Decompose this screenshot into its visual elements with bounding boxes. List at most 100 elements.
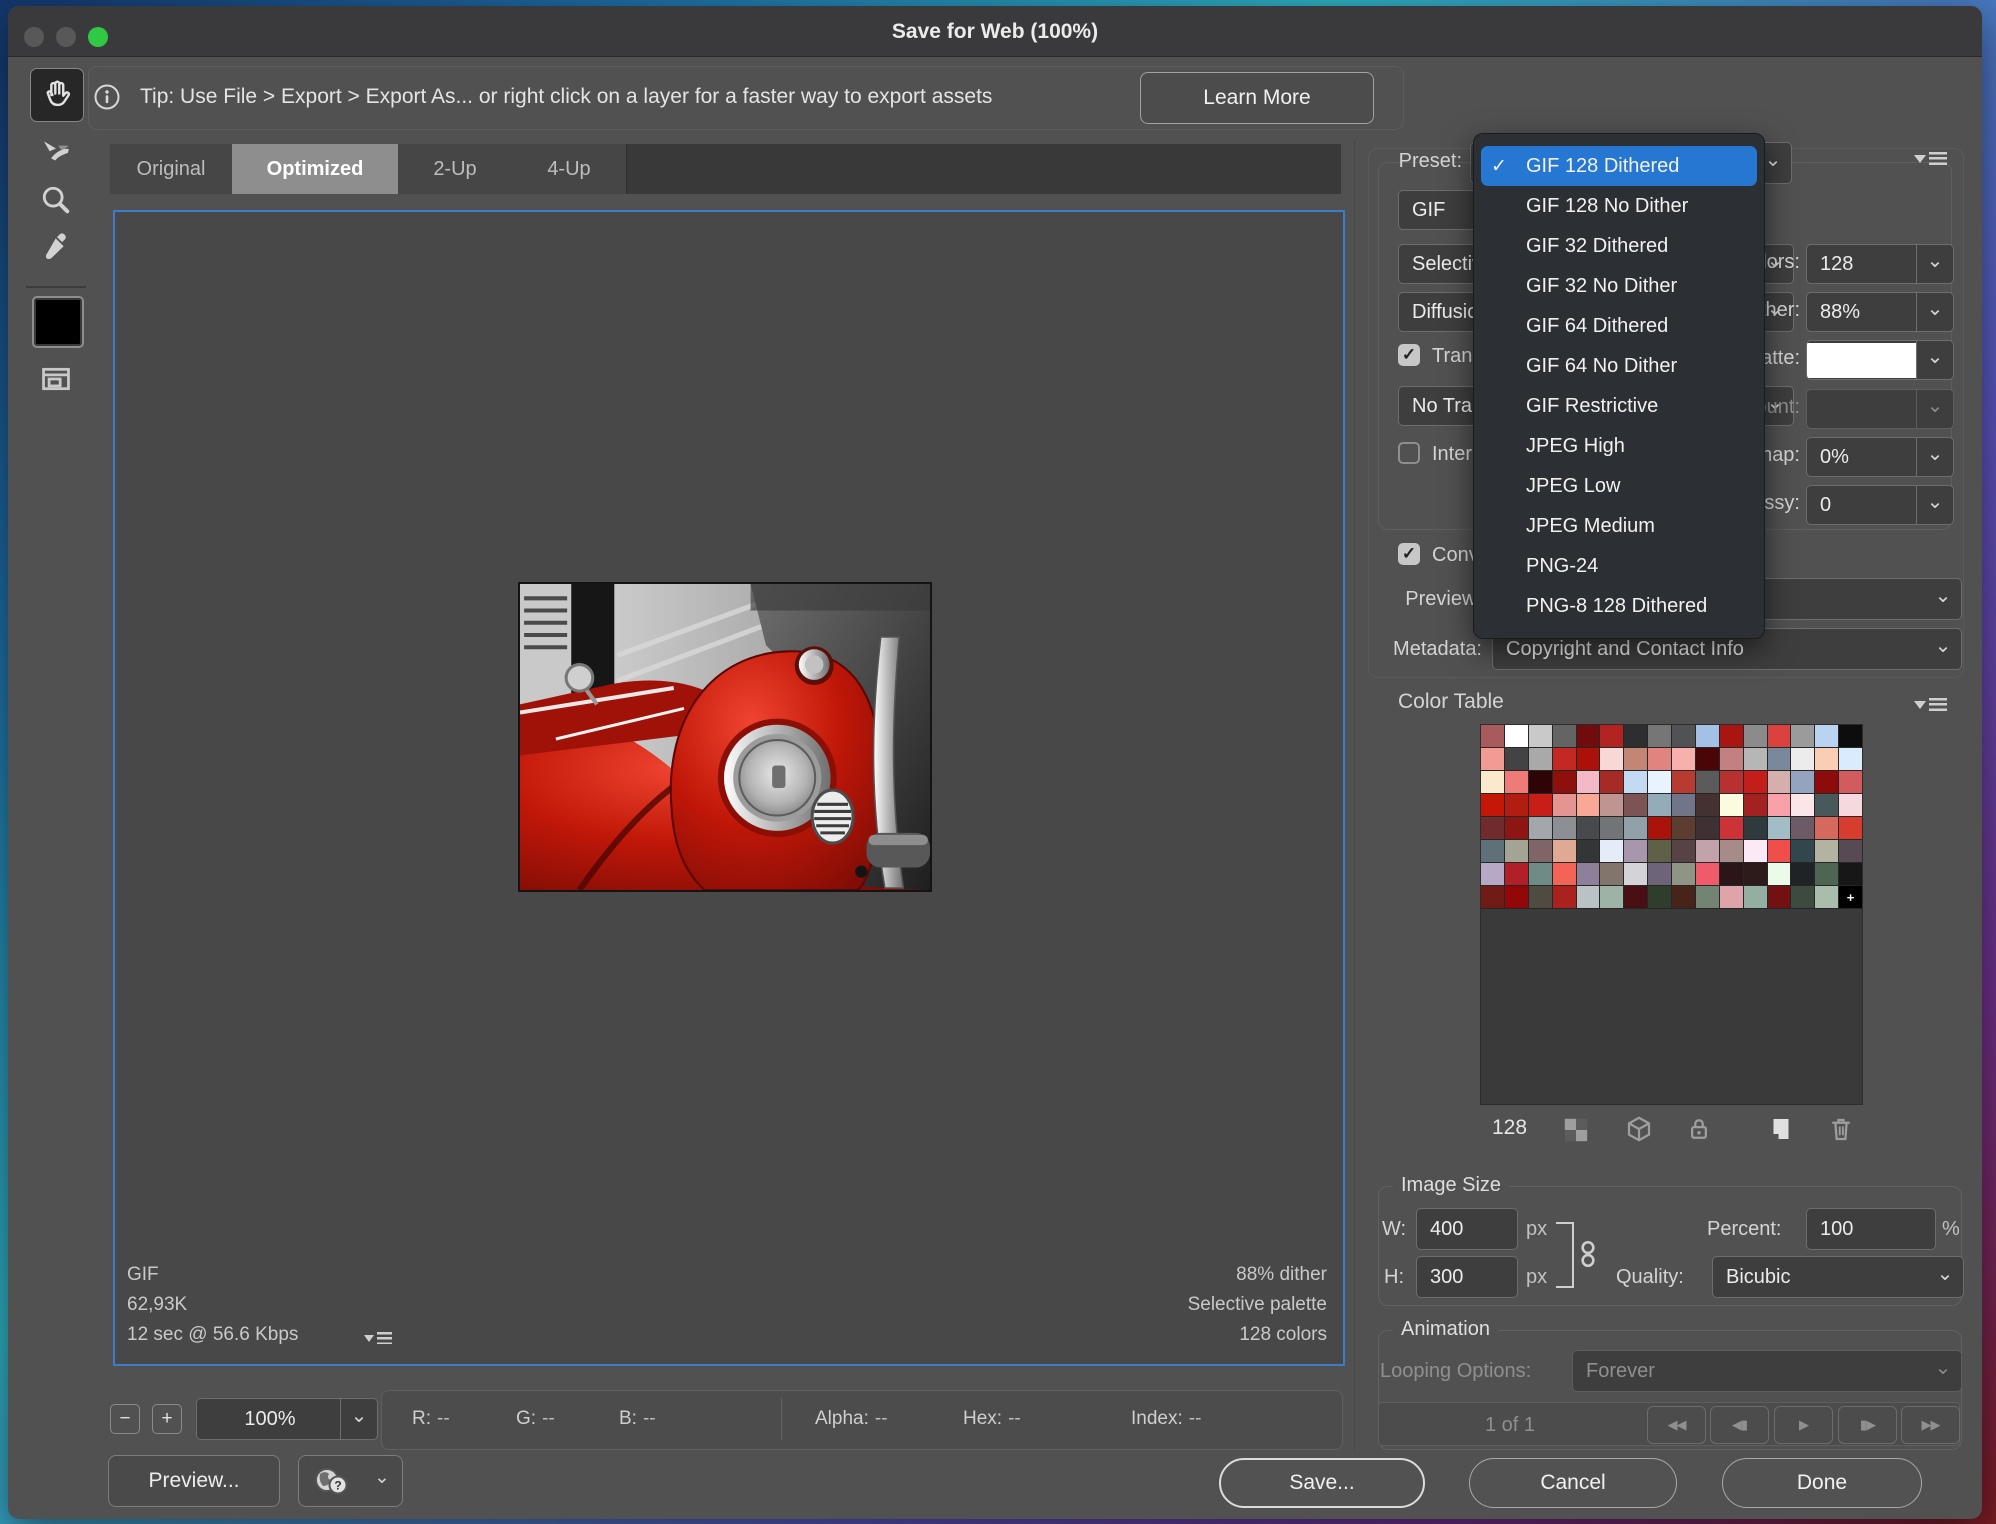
color-swatch[interactable] <box>1791 794 1814 816</box>
color-swatch[interactable] <box>1839 771 1862 793</box>
color-swatch[interactable] <box>1624 725 1647 747</box>
percent-input[interactable]: 100 <box>1806 1208 1936 1250</box>
color-swatch[interactable] <box>1720 725 1743 747</box>
color-swatch[interactable] <box>1815 771 1838 793</box>
color-swatch[interactable] <box>1577 748 1600 770</box>
preset-menu-item[interactable]: GIF 32 No Dither <box>1474 266 1764 306</box>
color-swatch[interactable] <box>1839 840 1862 862</box>
learn-more-button[interactable]: Learn More <box>1140 72 1374 124</box>
color-swatch[interactable] <box>1553 748 1576 770</box>
preset-menu-item[interactable]: GIF Restrictive <box>1474 386 1764 426</box>
lock-icon[interactable] <box>1684 1114 1714 1144</box>
color-swatch[interactable] <box>1768 863 1791 885</box>
color-swatch[interactable] <box>1696 771 1719 793</box>
color-swatch[interactable] <box>1744 886 1767 908</box>
trash-icon[interactable] <box>1826 1114 1856 1144</box>
transparency-grid-icon[interactable] <box>1562 1116 1590 1144</box>
color-swatch[interactable] <box>1624 794 1647 816</box>
color-swatch[interactable] <box>1529 794 1552 816</box>
color-swatch[interactable] <box>1481 725 1504 747</box>
color-swatch[interactable]: + <box>1839 886 1862 908</box>
color-swatch[interactable] <box>1720 840 1743 862</box>
color-table-menu-icon[interactable] <box>1914 698 1947 711</box>
tab-optimized[interactable]: Optimized <box>232 144 399 194</box>
color-swatch[interactable] <box>1696 840 1719 862</box>
lossy-select[interactable]: 0 ⌄ <box>1806 485 1954 525</box>
color-swatch[interactable] <box>1768 771 1791 793</box>
color-swatch[interactable] <box>1553 817 1576 839</box>
colors-select[interactable]: 128 ⌄ <box>1806 244 1954 284</box>
color-swatch[interactable] <box>1744 863 1767 885</box>
color-swatch[interactable] <box>1744 840 1767 862</box>
color-swatch[interactable] <box>1744 794 1767 816</box>
color-swatch[interactable] <box>1815 725 1838 747</box>
color-swatch[interactable] <box>1624 863 1647 885</box>
preset-menu-item[interactable]: JPEG Medium <box>1474 506 1764 546</box>
color-swatch[interactable] <box>1505 725 1528 747</box>
color-swatch[interactable] <box>1672 886 1695 908</box>
preset-menu-item[interactable]: GIF 128 No Dither <box>1474 186 1764 226</box>
color-swatch[interactable] <box>1624 817 1647 839</box>
slice-select-tool[interactable] <box>30 130 82 174</box>
color-swatch[interactable] <box>1720 863 1743 885</box>
color-swatch[interactable] <box>1768 886 1791 908</box>
preset-menu-item[interactable]: PNG-24 <box>1474 546 1764 586</box>
color-swatch[interactable] <box>1839 725 1862 747</box>
preset-menu-item[interactable]: PNG-8 128 Dithered <box>1474 586 1764 626</box>
preset-menu-item[interactable]: GIF 64 No Dither <box>1474 346 1764 386</box>
color-swatch[interactable] <box>1505 794 1528 816</box>
color-swatch[interactable] <box>1529 840 1552 862</box>
zoom-level-select[interactable]: 100% ⌄ <box>196 1398 378 1440</box>
color-swatch[interactable] <box>1744 817 1767 839</box>
zoom-out-button[interactable]: − <box>110 1404 140 1434</box>
height-input[interactable]: 300 <box>1416 1256 1518 1298</box>
quality-select[interactable]: Bicubic ⌄ <box>1712 1256 1964 1298</box>
color-swatch[interactable] <box>1648 794 1671 816</box>
color-swatch[interactable] <box>1624 886 1647 908</box>
color-swatch[interactable] <box>1744 725 1767 747</box>
convert-srgb-checkbox[interactable]: ✓ <box>1398 543 1420 565</box>
color-swatch[interactable] <box>1768 840 1791 862</box>
color-swatch[interactable] <box>1696 886 1719 908</box>
color-swatch[interactable] <box>1768 817 1791 839</box>
color-swatch[interactable] <box>1600 748 1623 770</box>
color-swatch[interactable] <box>1648 725 1671 747</box>
color-swatch[interactable] <box>1481 748 1504 770</box>
color-swatch[interactable] <box>1672 748 1695 770</box>
color-swatch[interactable] <box>1505 886 1528 908</box>
color-swatch[interactable] <box>1744 771 1767 793</box>
preview-status-menu-icon[interactable] <box>364 1332 392 1344</box>
color-swatch[interactable] <box>1553 886 1576 908</box>
color-swatch[interactable] <box>1529 886 1552 908</box>
zoom-tool[interactable] <box>30 178 82 222</box>
transparency-checkbox[interactable]: ✓ <box>1398 344 1420 366</box>
color-swatch[interactable] <box>1481 840 1504 862</box>
eyedropper-color-swatch[interactable] <box>32 296 84 348</box>
color-swatch[interactable] <box>1577 771 1600 793</box>
color-swatch[interactable] <box>1600 840 1623 862</box>
color-swatch[interactable] <box>1791 863 1814 885</box>
color-swatch[interactable] <box>1768 794 1791 816</box>
color-swatch[interactable] <box>1696 748 1719 770</box>
color-swatch[interactable] <box>1672 794 1695 816</box>
color-swatch[interactable] <box>1529 863 1552 885</box>
dither-amount-select[interactable]: 88% ⌄ <box>1806 292 1954 332</box>
color-swatch[interactable] <box>1505 771 1528 793</box>
width-input[interactable]: 400 <box>1416 1208 1518 1250</box>
color-swatch[interactable] <box>1505 863 1528 885</box>
preset-menu-item[interactable]: ✓GIF 128 Dithered <box>1481 146 1757 186</box>
color-swatch[interactable] <box>1791 817 1814 839</box>
color-swatch[interactable] <box>1815 748 1838 770</box>
eyedropper-tool[interactable] <box>30 224 82 268</box>
color-swatch[interactable] <box>1624 840 1647 862</box>
color-swatch[interactable] <box>1624 748 1647 770</box>
color-swatch[interactable] <box>1696 817 1719 839</box>
tab-2up[interactable]: 2-Up <box>398 144 513 194</box>
preview-in-browser-button[interactable]: Preview... <box>108 1455 280 1507</box>
color-swatch[interactable] <box>1648 817 1671 839</box>
color-swatch[interactable] <box>1672 817 1695 839</box>
color-swatch[interactable] <box>1791 886 1814 908</box>
color-swatch[interactable] <box>1791 840 1814 862</box>
chain-link-icon[interactable] <box>1580 1238 1596 1270</box>
color-swatch[interactable] <box>1720 817 1743 839</box>
